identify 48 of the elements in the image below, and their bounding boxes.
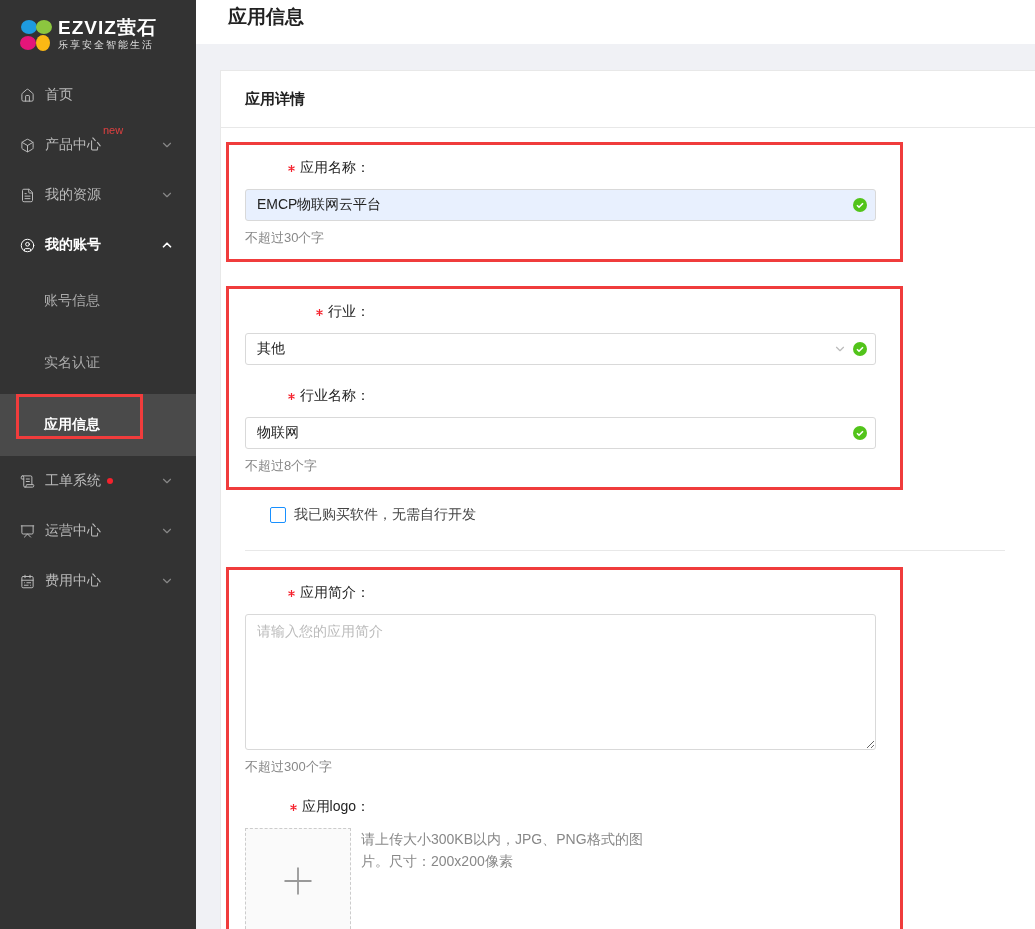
card-title: 应用详情 xyxy=(245,89,305,109)
menu-label: 我的资源 xyxy=(45,186,101,204)
menu-icon xyxy=(20,187,35,203)
field-label: 应用简介： xyxy=(245,584,370,602)
field-label: 应用名称： xyxy=(245,159,370,177)
submenu-item[interactable]: 应用信息 xyxy=(0,394,196,456)
menu-item[interactable]: 首页 xyxy=(0,70,196,120)
check-circle-icon xyxy=(853,198,867,212)
textarea-field[interactable]: 请输入您的应用简介 xyxy=(245,614,876,750)
select-field[interactable]: 其他 xyxy=(245,333,876,365)
menu-item[interactable]: 工单系统 xyxy=(0,456,196,506)
menu-item[interactable]: 产品中心 new xyxy=(0,120,196,170)
submenu-item[interactable]: 实名认证 xyxy=(0,332,196,394)
menu-icon xyxy=(20,137,35,153)
field-label: 应用logo： xyxy=(245,798,370,816)
field-label: 行业： xyxy=(245,303,370,321)
field-hint: 不超过30个字 xyxy=(245,229,326,247)
menu-label: 产品中心 xyxy=(45,136,101,154)
menu-icon xyxy=(20,573,35,589)
menu-label: 首页 xyxy=(45,86,73,104)
submenu-item[interactable]: 账号信息 xyxy=(0,270,196,332)
upload-button[interactable] xyxy=(245,828,351,929)
check-circle-icon xyxy=(853,342,867,356)
menu-label: 运营中心 xyxy=(45,522,101,540)
brand-tagline: 乐享安全智能生活 xyxy=(58,38,155,52)
menu-icon xyxy=(20,473,35,489)
menu-item[interactable]: 我的账号 xyxy=(0,220,196,270)
menu-icon xyxy=(20,523,35,539)
page-title: 应用信息 xyxy=(228,5,304,29)
new-label: new xyxy=(103,124,124,136)
menu-item[interactable]: 运营中心 xyxy=(0,506,196,556)
upload-hint: 请上传大小300KB以内，JPG、PNG格式的图片。尺寸：200x200像素 xyxy=(361,830,644,871)
text-input[interactable]: EMCP物联网云平台 xyxy=(245,189,876,221)
text-input[interactable]: 物联网 xyxy=(245,417,876,449)
field-hint: 不超过300个字 xyxy=(245,758,333,776)
menu-icon xyxy=(20,237,35,253)
menu-item[interactable]: 我的资源 xyxy=(0,170,196,220)
menu-label: 工单系统 xyxy=(45,472,101,490)
petal-logo-icon xyxy=(18,17,54,53)
field-label: 行业名称： xyxy=(245,387,370,405)
menu-icon xyxy=(20,87,35,103)
check-circle-icon xyxy=(853,426,867,440)
menu-item[interactable]: 费用中心 xyxy=(0,556,196,606)
menu-label: 费用中心 xyxy=(45,572,101,590)
checkbox-option[interactable]: 我已购买软件，无需自行开发 xyxy=(270,506,1035,524)
field-hint: 不超过8个字 xyxy=(245,457,319,475)
brand-name: EZVIZ萤石 xyxy=(58,18,157,38)
menu-label: 我的账号 xyxy=(45,236,101,254)
